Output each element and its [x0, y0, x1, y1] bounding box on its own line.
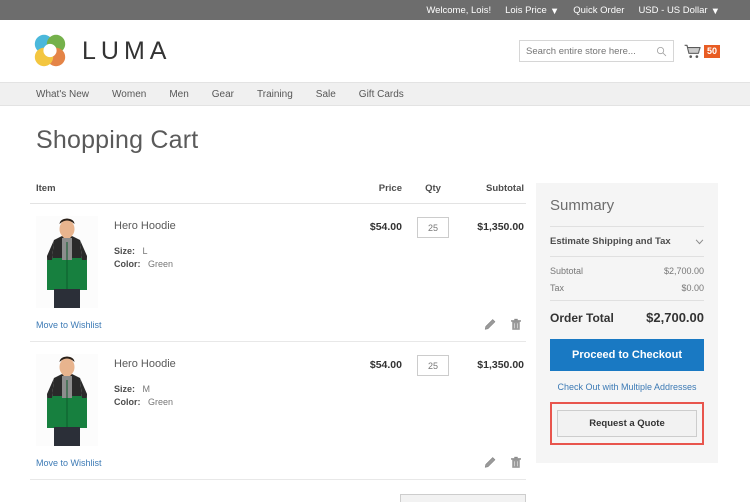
top-utility-bar: Welcome, Lois! Lois Price ▼ Quick Order … — [0, 0, 750, 20]
table-row: Hero Hoodie Size: L Color: Green — [30, 204, 526, 342]
product-subtotal: $1,350.00 — [464, 216, 526, 308]
product-price: $54.00 — [330, 216, 402, 308]
option-size-value: M — [143, 384, 151, 394]
header-price: Price — [330, 183, 402, 194]
order-total-value: $2,700.00 — [646, 310, 704, 325]
main-navigation: What's New Women Men Gear Training Sale … — [0, 82, 750, 106]
option-size-label: Size: — [114, 246, 135, 256]
product-option-size: Size: L — [114, 246, 176, 256]
quantity-input[interactable] — [417, 217, 449, 238]
chevron-down-icon: ▼ — [711, 6, 720, 17]
product-thumbnail[interactable] — [36, 354, 98, 446]
edit-pencil-icon[interactable] — [484, 318, 496, 331]
account-menu-label: Lois Price — [505, 5, 547, 16]
edit-pencil-icon[interactable] — [484, 456, 496, 469]
product-name[interactable]: Hero Hoodie — [114, 358, 176, 370]
option-color-value: Green — [148, 259, 173, 269]
tax-value: $0.00 — [681, 283, 704, 293]
search-input[interactable] — [526, 46, 656, 57]
cart-layout: Item Price Qty Subtotal — [30, 183, 720, 502]
trash-delete-icon[interactable] — [510, 318, 522, 331]
trash-delete-icon[interactable] — [510, 456, 522, 469]
currency-switcher-label: USD - US Dollar — [638, 5, 707, 16]
totals-list: Subtotal $2,700.00 Tax $0.00 Order Total… — [550, 257, 704, 325]
main-content: Shopping Cart Item Price Qty Subtotal — [0, 126, 750, 502]
product-subtotal: $1,350.00 — [464, 354, 526, 446]
nav-item-sale[interactable]: Sale — [316, 89, 336, 100]
header-qty: Qty — [402, 183, 464, 194]
product-price: $54.00 — [330, 354, 402, 446]
product-cell: Hero Hoodie Size: M Color: Green — [30, 354, 330, 446]
order-total-row: Order Total $2,700.00 — [550, 300, 704, 325]
summary-box: Summary Estimate Shipping and Tax Subtot… — [536, 183, 718, 463]
welcome-message: Welcome, Lois! — [426, 5, 491, 16]
move-to-wishlist-link[interactable]: Move to Wishlist — [36, 458, 102, 468]
qty-cell — [402, 354, 464, 446]
row-actions — [484, 318, 522, 331]
cart-footer: Update Shopping Cart — [30, 480, 526, 502]
product-option-color: Color: Green — [114, 397, 176, 407]
product-thumbnail[interactable] — [36, 216, 98, 308]
product-option-size: Size: M — [114, 384, 176, 394]
update-shopping-cart-button[interactable]: Update Shopping Cart — [400, 494, 526, 502]
cart-table: Item Price Qty Subtotal — [30, 183, 526, 502]
checkout-multiple-addresses-link[interactable]: Check Out with Multiple Addresses — [550, 382, 704, 392]
header-item: Item — [30, 183, 330, 194]
proceed-to-checkout-button[interactable]: Proceed to Checkout — [550, 339, 704, 371]
nav-item-training[interactable]: Training — [257, 89, 293, 100]
product-option-color: Color: Green — [114, 259, 176, 269]
option-size-label: Size: — [114, 384, 135, 394]
nav-item-women[interactable]: Women — [112, 89, 146, 100]
option-color-label: Color: — [114, 259, 141, 269]
luma-logo-icon — [30, 31, 70, 71]
option-color-value: Green — [148, 397, 173, 407]
product-info: Hero Hoodie Size: L Color: Green — [114, 216, 176, 308]
tax-label: Tax — [550, 283, 564, 293]
nav-item-whats-new[interactable]: What's New — [36, 89, 89, 100]
quick-order-link[interactable]: Quick Order — [573, 5, 624, 16]
nav-item-gift-cards[interactable]: Gift Cards — [359, 89, 404, 100]
order-total-label: Order Total — [550, 311, 614, 325]
chevron-down-icon: ▼ — [550, 6, 559, 17]
estimate-shipping-and-tax-toggle[interactable]: Estimate Shipping and Tax — [550, 226, 704, 257]
product-name[interactable]: Hero Hoodie — [114, 220, 176, 232]
quantity-input[interactable] — [417, 355, 449, 376]
request-a-quote-button[interactable]: Request a Quote — [557, 410, 697, 437]
table-row: Hero Hoodie Size: M Color: Green — [30, 342, 526, 480]
page-root: Welcome, Lois! Lois Price ▼ Quick Order … — [0, 0, 750, 502]
nav-item-men[interactable]: Men — [169, 89, 188, 100]
cart-count-badge: 50 — [704, 45, 720, 58]
header-actions: 50 — [519, 40, 720, 62]
search-box[interactable] — [519, 40, 674, 62]
mini-cart[interactable]: 50 — [684, 44, 720, 59]
qty-cell — [402, 216, 464, 308]
chevron-down-icon — [695, 239, 704, 245]
subtotal-row: Subtotal $2,700.00 — [550, 266, 704, 276]
currency-switcher[interactable]: USD - US Dollar ▼ — [638, 5, 720, 16]
row-actions — [484, 456, 522, 469]
header-subtotal: Subtotal — [464, 183, 526, 194]
nav-item-gear[interactable]: Gear — [212, 89, 234, 100]
product-cell: Hero Hoodie Size: L Color: Green — [30, 216, 330, 308]
option-size-value: L — [143, 246, 148, 256]
order-summary-panel: Summary Estimate Shipping and Tax Subtot… — [536, 183, 718, 502]
product-info: Hero Hoodie Size: M Color: Green — [114, 354, 176, 446]
subtotal-label: Subtotal — [550, 266, 583, 276]
cart-table-header: Item Price Qty Subtotal — [30, 183, 526, 204]
summary-title: Summary — [550, 197, 704, 214]
search-icon[interactable] — [656, 46, 667, 57]
request-quote-highlight: Request a Quote — [550, 402, 704, 445]
account-menu[interactable]: Lois Price ▼ — [505, 5, 559, 16]
move-to-wishlist-link[interactable]: Move to Wishlist — [36, 320, 102, 330]
site-header: LUMA 50 — [0, 20, 750, 82]
tax-row: Tax $0.00 — [550, 283, 704, 293]
page-title: Shopping Cart — [36, 126, 720, 155]
subtotal-value: $2,700.00 — [664, 266, 704, 276]
logo-text: LUMA — [82, 37, 171, 66]
shopping-cart-icon[interactable] — [684, 44, 702, 59]
logo[interactable]: LUMA — [30, 31, 171, 71]
estimate-shipping-label: Estimate Shipping and Tax — [550, 236, 671, 247]
option-color-label: Color: — [114, 397, 141, 407]
